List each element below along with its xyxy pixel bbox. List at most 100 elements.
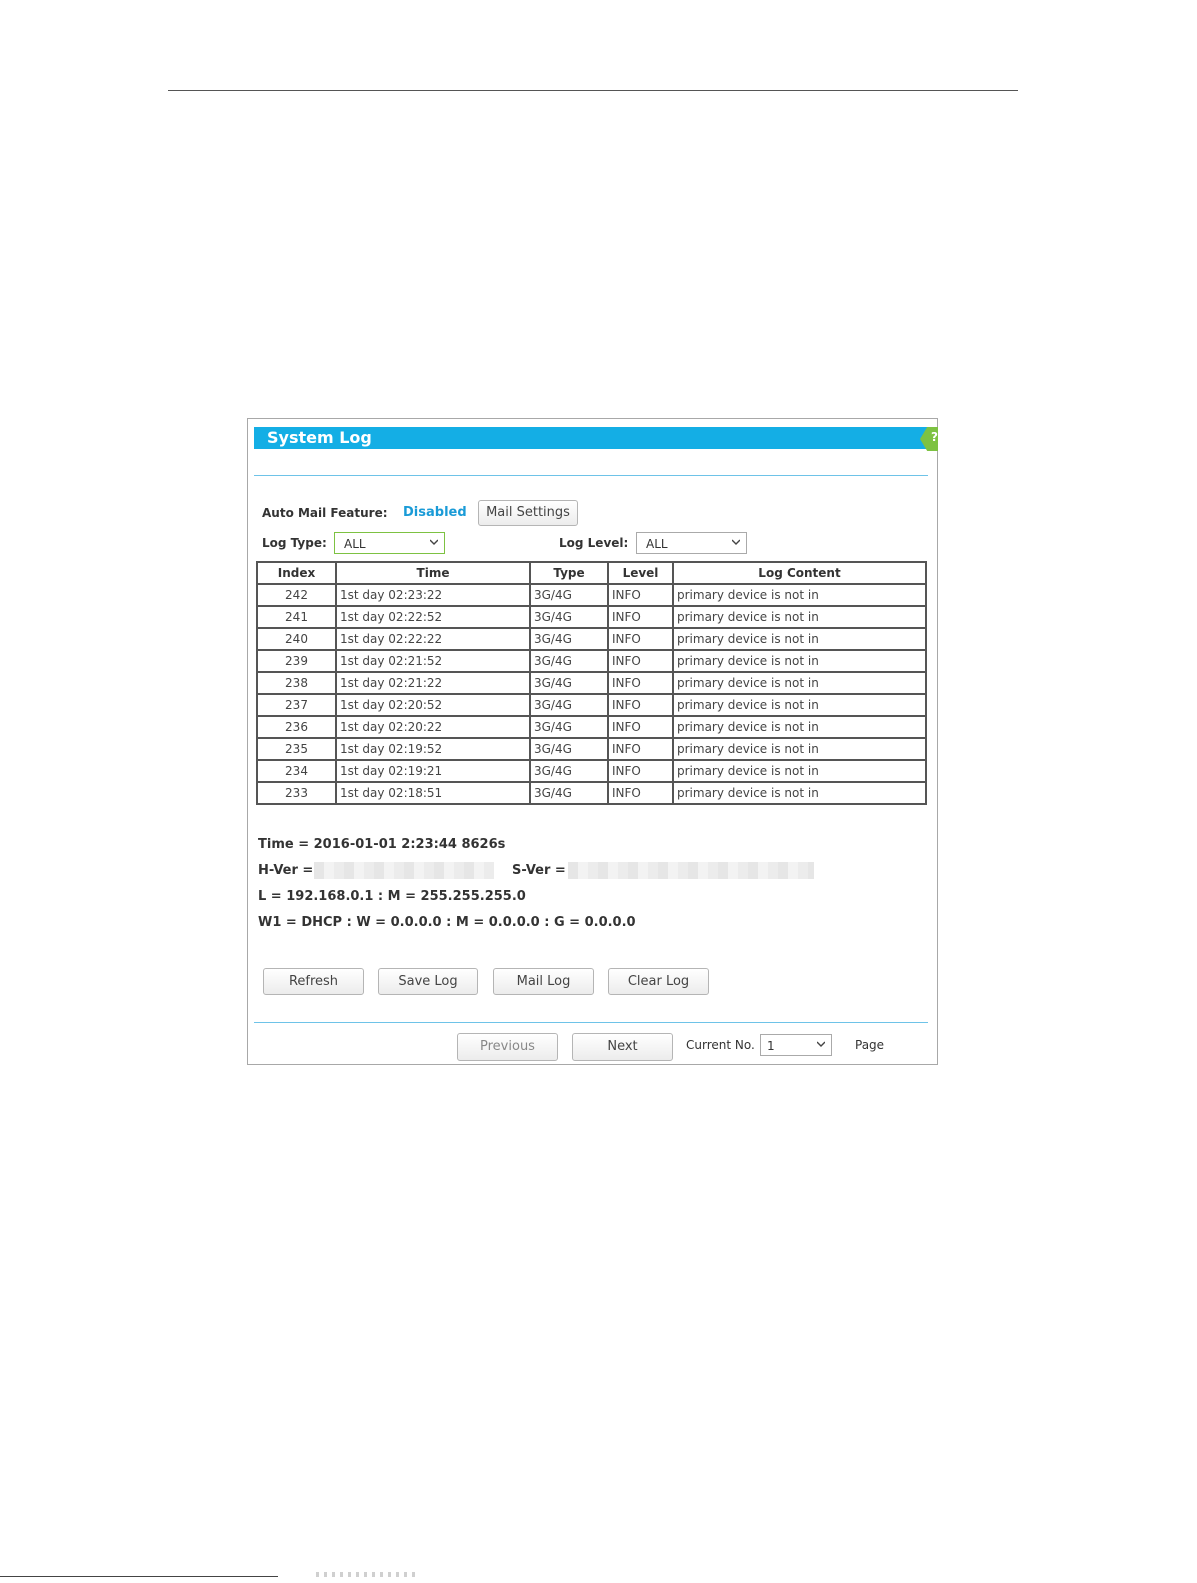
hardware-version-label: H-Ver = xyxy=(258,863,314,878)
chevron-down-icon xyxy=(430,539,438,545)
cell-time: 1st day 02:19:52 xyxy=(335,737,531,761)
table-row: 242 1st day 02:23:22 3G/4G INFO primary … xyxy=(256,583,927,607)
header-divider xyxy=(254,475,928,476)
table-row: 239 1st day 02:21:52 3G/4G INFO primary … xyxy=(256,649,927,673)
clear-log-button[interactable]: Clear Log xyxy=(608,968,709,995)
cell-index: 235 xyxy=(256,737,337,761)
cell-log-content: primary device is not in xyxy=(672,737,927,761)
cell-type: 3G/4G xyxy=(529,605,609,629)
log-table: Index Time Type Level Log Content 242 1s… xyxy=(256,561,927,805)
current-page-label: Current No. xyxy=(686,1038,755,1052)
current-page-value: 1 xyxy=(767,1039,775,1053)
cell-type: 3G/4G xyxy=(529,671,609,695)
page-header-rule xyxy=(168,90,1018,91)
cell-log-content: primary device is not in xyxy=(672,759,927,783)
column-header-level: Level xyxy=(607,561,674,585)
cell-log-content: primary device is not in xyxy=(672,605,927,629)
cell-log-content: primary device is not in xyxy=(672,693,927,717)
cell-time: 1st day 02:22:52 xyxy=(335,605,531,629)
log-level-label: Log Level: xyxy=(559,536,629,550)
page-footer-rule xyxy=(0,1576,278,1577)
table-row: 240 1st day 02:22:22 3G/4G INFO primary … xyxy=(256,627,927,651)
cell-level: INFO xyxy=(607,759,674,783)
cell-level: INFO xyxy=(607,627,674,651)
footer-divider xyxy=(254,1022,928,1023)
log-type-select[interactable]: ALL xyxy=(334,532,445,554)
wan-info: W1 = DHCP : W = 0.0.0.0 : M = 0.0.0.0 : … xyxy=(258,915,636,930)
cell-level: INFO xyxy=(607,605,674,629)
cell-level: INFO xyxy=(607,781,674,805)
cell-log-content: primary device is not in xyxy=(672,649,927,673)
table-header-row: Index Time Type Level Log Content xyxy=(256,561,927,585)
cell-time: 1st day 02:22:22 xyxy=(335,627,531,651)
refresh-button[interactable]: Refresh xyxy=(263,968,364,995)
cell-level: INFO xyxy=(607,583,674,607)
cell-index: 239 xyxy=(256,649,337,673)
cell-type: 3G/4G xyxy=(529,627,609,651)
title-bar: System Log xyxy=(254,427,930,449)
table-row: 238 1st day 02:21:22 3G/4G INFO primary … xyxy=(256,671,927,695)
page-footer-mark xyxy=(316,1572,416,1577)
hardware-version-redacted xyxy=(314,862,494,879)
column-header-log-content: Log Content xyxy=(672,561,927,585)
auto-mail-status: Disabled xyxy=(403,505,467,520)
cell-type: 3G/4G xyxy=(529,583,609,607)
table-row: 234 1st day 02:19:21 3G/4G INFO primary … xyxy=(256,759,927,783)
cell-level: INFO xyxy=(607,671,674,695)
cell-type: 3G/4G xyxy=(529,693,609,717)
table-row: 241 1st day 02:22:52 3G/4G INFO primary … xyxy=(256,605,927,629)
table-row: 237 1st day 02:20:52 3G/4G INFO primary … xyxy=(256,693,927,717)
log-type-value: ALL xyxy=(344,537,366,551)
cell-type: 3G/4G xyxy=(529,715,609,739)
chevron-down-icon xyxy=(817,1041,825,1047)
cell-log-content: primary device is not in xyxy=(672,715,927,739)
cell-level: INFO xyxy=(607,737,674,761)
system-time: Time = 2016-01-01 2:23:44 8626s xyxy=(258,837,506,852)
column-header-type: Type xyxy=(529,561,609,585)
cell-log-content: primary device is not in xyxy=(672,671,927,695)
log-level-value: ALL xyxy=(646,537,668,551)
cell-index: 237 xyxy=(256,693,337,717)
cell-time: 1st day 02:21:52 xyxy=(335,649,531,673)
table-row: 236 1st day 02:20:22 3G/4G INFO primary … xyxy=(256,715,927,739)
cell-log-content: primary device is not in xyxy=(672,583,927,607)
save-log-button[interactable]: Save Log xyxy=(378,968,478,995)
cell-index: 240 xyxy=(256,627,337,651)
cell-index: 236 xyxy=(256,715,337,739)
cell-type: 3G/4G xyxy=(529,781,609,805)
table-row: 233 1st day 02:18:51 3G/4G INFO primary … xyxy=(256,781,927,805)
cell-time: 1st day 02:19:21 xyxy=(335,759,531,783)
chevron-down-icon xyxy=(732,539,740,545)
log-type-label: Log Type: xyxy=(262,536,327,550)
cell-index: 238 xyxy=(256,671,337,695)
cell-time: 1st day 02:20:22 xyxy=(335,715,531,739)
cell-index: 242 xyxy=(256,583,337,607)
cell-level: INFO xyxy=(607,715,674,739)
cell-type: 3G/4G xyxy=(529,737,609,761)
cell-level: INFO xyxy=(607,693,674,717)
auto-mail-label: Auto Mail Feature: xyxy=(262,506,388,520)
page-label: Page xyxy=(855,1038,885,1052)
cell-time: 1st day 02:20:52 xyxy=(335,693,531,717)
help-icon: ? xyxy=(931,430,938,444)
cell-log-content: primary device is not in xyxy=(672,627,927,651)
cell-time: 1st day 02:21:22 xyxy=(335,671,531,695)
cell-index: 233 xyxy=(256,781,337,805)
cell-index: 241 xyxy=(256,605,337,629)
previous-page-button[interactable]: Previous xyxy=(457,1033,558,1061)
cell-log-content: primary device is not in xyxy=(672,781,927,805)
mail-log-button[interactable]: Mail Log xyxy=(493,968,594,995)
log-table-body: 242 1st day 02:23:22 3G/4G INFO primary … xyxy=(256,583,927,805)
current-page-select[interactable]: 1 xyxy=(760,1034,832,1056)
software-version-redacted xyxy=(568,862,814,879)
log-level-select[interactable]: ALL xyxy=(636,532,747,554)
cell-time: 1st day 02:18:51 xyxy=(335,781,531,805)
lan-info: L = 192.168.0.1 : M = 255.255.255.0 xyxy=(258,889,526,904)
mail-settings-button[interactable]: Mail Settings xyxy=(478,500,578,526)
system-log-panel: System Log ? Auto Mail Feature: Disabled… xyxy=(247,418,938,1065)
cell-type: 3G/4G xyxy=(529,759,609,783)
column-header-index: Index xyxy=(256,561,337,585)
software-version-label: S-Ver = xyxy=(512,863,566,878)
cell-time: 1st day 02:23:22 xyxy=(335,583,531,607)
next-page-button[interactable]: Next xyxy=(572,1033,673,1061)
